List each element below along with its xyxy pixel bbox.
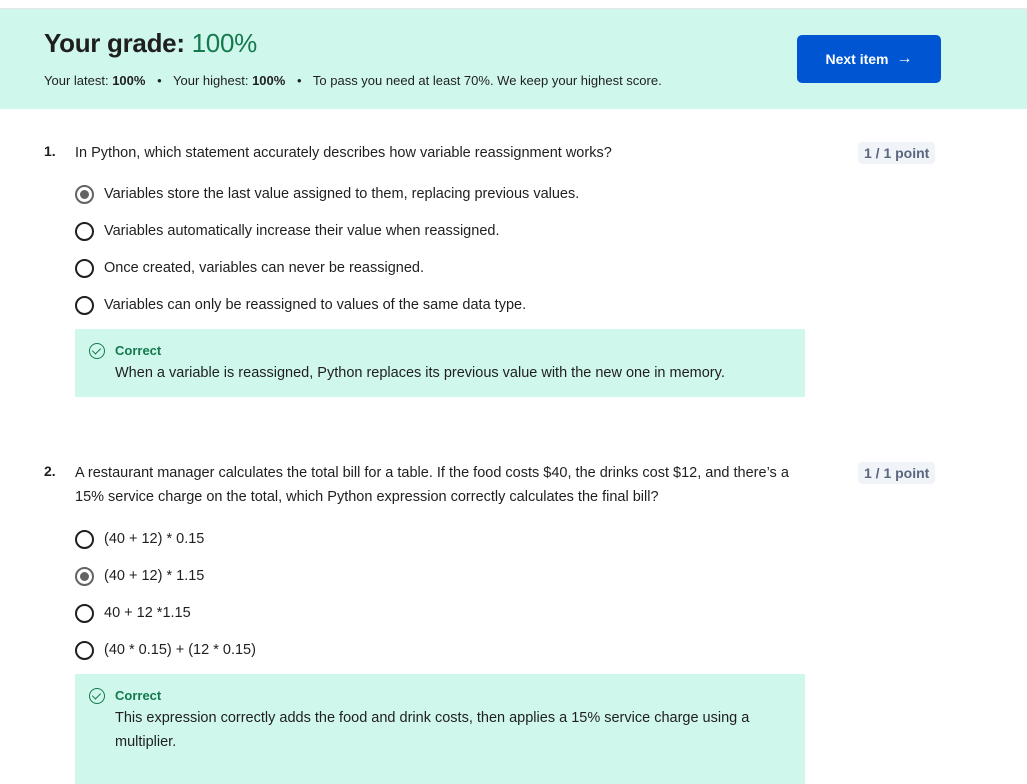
- arrow-right-icon: →: [896, 50, 913, 67]
- answer-option[interactable]: (40 + 12) * 0.15: [75, 528, 204, 550]
- points-badge: 1 / 1 point: [858, 142, 936, 164]
- answer-option-label: (40 + 12) * 1.15: [104, 568, 205, 584]
- top-border: [0, 0, 1027, 9]
- feedback-text: This expression correctly adds the food …: [115, 710, 750, 750]
- answer-option[interactable]: Once created, variables can never be rea…: [75, 257, 424, 279]
- check-circle-icon: [89, 688, 105, 704]
- radio-icon[interactable]: [75, 295, 94, 315]
- grade-banner: Your grade: 100% Your latest: 100% • You…: [0, 9, 1027, 109]
- question-number: 2.: [44, 463, 56, 479]
- latest-value: 100%: [112, 73, 146, 88]
- question-text: A restaurant manager calculates the tota…: [75, 465, 789, 505]
- feedback-correct: Correct When a variable is reassigned, P…: [75, 329, 805, 397]
- radio-selected-icon[interactable]: [75, 184, 94, 204]
- radio-selected-icon[interactable]: [75, 566, 94, 586]
- answer-option-label: Variables can only be reassigned to valu…: [104, 297, 527, 313]
- check-circle-icon: [89, 343, 105, 359]
- answer-option-label: Variables store the last value assigned …: [104, 186, 580, 202]
- answer-option[interactable]: (40 + 12) * 1.15: [75, 565, 204, 587]
- next-item-button[interactable]: Next item →: [797, 35, 941, 83]
- answer-option-label: (40 * 0.15) + (12 * 0.15): [104, 642, 256, 658]
- radio-icon[interactable]: [75, 640, 94, 660]
- highest-label: Your highest:: [173, 73, 249, 88]
- feedback-title: Correct: [115, 343, 162, 358]
- radio-icon[interactable]: [75, 258, 94, 278]
- radio-icon[interactable]: [75, 603, 94, 623]
- answer-option-label: 40 + 12 *1.15: [104, 605, 191, 621]
- answer-option-label: (40 + 12) * 0.15: [104, 531, 205, 547]
- answer-option[interactable]: Variables store the last value assigned …: [75, 183, 579, 205]
- feedback-title: Correct: [115, 688, 162, 703]
- radio-icon[interactable]: [75, 221, 94, 241]
- next-item-label: Next item: [825, 51, 889, 67]
- highest-value: 100%: [252, 73, 286, 88]
- grade-title: Your grade: 100%: [44, 28, 257, 59]
- grade-value: 100%: [191, 28, 258, 58]
- feedback-text: When a variable is reassigned, Python re…: [115, 365, 725, 381]
- feedback-correct: Correct This expression correctly adds t…: [75, 674, 805, 784]
- separator-dot: •: [296, 73, 302, 88]
- answer-option[interactable]: 40 + 12 *1.15: [75, 602, 191, 624]
- grade-label: Your grade:: [44, 28, 185, 58]
- radio-icon[interactable]: [75, 529, 94, 549]
- latest-label: Your latest:: [44, 73, 109, 88]
- answer-option[interactable]: (40 * 0.15) + (12 * 0.15): [75, 639, 256, 661]
- answer-option[interactable]: Variables can only be reassigned to valu…: [75, 294, 526, 316]
- points-badge: 1 / 1 point: [858, 462, 936, 484]
- answer-option-label: Once created, variables can never be rea…: [104, 260, 424, 276]
- answer-option-label: Variables automatically increase their v…: [104, 223, 500, 239]
- question-number: 1.: [44, 143, 56, 159]
- separator-dot: •: [157, 73, 162, 88]
- answer-option[interactable]: Variables automatically increase their v…: [75, 220, 499, 242]
- question-text: In Python, which statement accurately de…: [75, 145, 612, 161]
- pass-requirement-text: To pass you need at least 70%. We keep y…: [312, 73, 662, 88]
- grade-summary: Your latest: 100% • Your highest: 100% •…: [44, 73, 662, 88]
